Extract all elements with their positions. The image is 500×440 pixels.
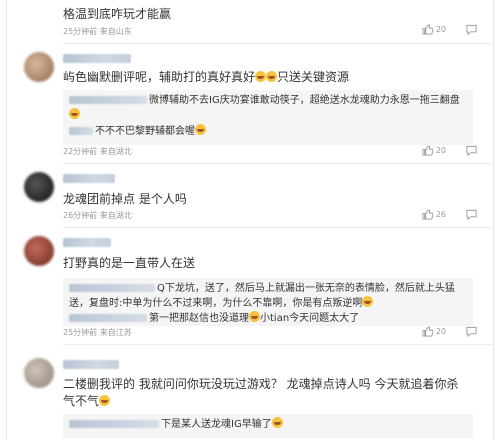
- reply-button[interactable]: [466, 24, 477, 35]
- reply-username[interactable]: [69, 96, 147, 104]
- reply-username[interactable]: [69, 420, 159, 428]
- reply-text: 微博辅助不去IG庆功宴谁敢动筷子，超绝送水龙魂助力永恩一拖三翻盘: [149, 95, 460, 106]
- reply-button[interactable]: [466, 326, 477, 337]
- reply-box: 微博辅助不去IG庆功宴谁敢动筷子，超绝送水龙魂助力永恩一拖三翻盘 不不不巴黎野辅…: [63, 90, 473, 145]
- reply-line: Q下龙坑，送了，然后马上就漏出一张无奈的表情脸，然后就上头猛送，复盘时:中单为什…: [69, 281, 467, 311]
- emoji-icon: [195, 124, 206, 135]
- reply-icon: [466, 209, 477, 220]
- reply-text: 小tian今天问题太大了: [260, 313, 360, 324]
- emoji-icon: [255, 71, 267, 82]
- reply-text: 不不不巴黎野辅都会喔: [95, 126, 195, 137]
- comment-actions: 26: [422, 209, 477, 220]
- avatar[interactable]: [24, 52, 54, 82]
- comment-text: 打野真的是一直带人在送: [63, 256, 196, 270]
- comment-actions: 20: [422, 145, 477, 156]
- thumbs-up-icon: [422, 209, 433, 220]
- comment-text: 二楼删我评的 我就问问你玩没玩过游戏？ 龙魂掉点诗人吗 今天就追着你杀气不气: [63, 377, 459, 408]
- comment-actions: 20: [422, 24, 477, 35]
- divider: [63, 227, 493, 228]
- reply-line: 下是某人送龙魂IG早输了: [69, 417, 467, 432]
- emoji-icon: [249, 311, 260, 322]
- thumbs-up-icon: [422, 145, 433, 156]
- emoji-icon: [266, 71, 278, 82]
- reply-icon: [466, 145, 477, 156]
- comment-meta: 25分钟前 来自江苏: [63, 328, 132, 337]
- divider: [63, 344, 493, 345]
- thumbs-up-icon: [422, 326, 433, 337]
- like-count: 26: [435, 210, 446, 219]
- emoji-icon: [271, 417, 283, 428]
- reply-username[interactable]: [69, 284, 155, 292]
- reply-box: 下是某人送龙魂IG早输了: [63, 414, 473, 438]
- reply-button[interactable]: [466, 145, 477, 156]
- username[interactable]: [63, 360, 119, 369]
- like-button[interactable]: 20: [422, 24, 446, 35]
- like-count: 20: [435, 25, 446, 34]
- reply-button[interactable]: [466, 209, 477, 220]
- divider: [63, 163, 493, 164]
- like-button[interactable]: 20: [422, 326, 446, 337]
- reply-text: 下是某人送龙魂IG早输了: [161, 419, 272, 430]
- like-button[interactable]: 20: [422, 145, 446, 156]
- avatar[interactable]: [24, 358, 54, 388]
- emoji-icon: [99, 395, 111, 406]
- username[interactable]: [63, 54, 131, 63]
- like-count: 20: [435, 327, 446, 336]
- reply-box: Q下龙坑，送了，然后马上就漏出一张无奈的表情脸，然后就上头猛送，复盘时:中单为什…: [63, 278, 473, 326]
- emoji-icon: [362, 296, 374, 307]
- reply-username[interactable]: [69, 127, 93, 135]
- comment-text: 格温到底咋玩才能赢: [63, 7, 172, 21]
- comment-feed: 格温到底咋玩才能赢 25分钟前 来自山东 20 屿色幽默删评呢，辅助打的真好真好…: [6, 0, 494, 440]
- reply-line: 第一把那赵信也没道理 小tian今天问题太大了: [69, 311, 467, 326]
- comment-meta: 25分钟前 来自山东: [63, 27, 132, 36]
- like-count: 20: [435, 146, 446, 155]
- avatar[interactable]: [24, 172, 54, 202]
- like-button[interactable]: 26: [422, 209, 446, 220]
- comment-meta: 22分钟前 来自湖北: [63, 147, 132, 156]
- avatar[interactable]: [24, 236, 54, 266]
- reply-username[interactable]: [69, 314, 147, 322]
- reply-line: 微博辅助不去IG庆功宴谁敢动筷子，超绝送水龙魂助力永恩一拖三翻盘: [69, 93, 467, 123]
- comment-text: 龙魂团前掉点 是个人吗: [63, 192, 187, 206]
- reply-icon: [466, 326, 477, 337]
- username[interactable]: [63, 238, 111, 247]
- emoji-icon: [69, 108, 80, 119]
- username[interactable]: [63, 174, 115, 183]
- comment-meta: 26分钟前 来自湖北: [63, 211, 132, 220]
- reply-icon: [466, 24, 477, 35]
- reply-text: 第一把那赵信也没道理: [149, 313, 249, 324]
- divider: [63, 43, 493, 44]
- thumbs-up-icon: [422, 24, 433, 35]
- comment-text: 屿色幽默删评呢，辅助打的真好真好 只送关键资源: [63, 70, 350, 84]
- comment-actions: 20: [422, 326, 477, 337]
- reply-line: 不不不巴黎野辅都会喔: [69, 124, 467, 139]
